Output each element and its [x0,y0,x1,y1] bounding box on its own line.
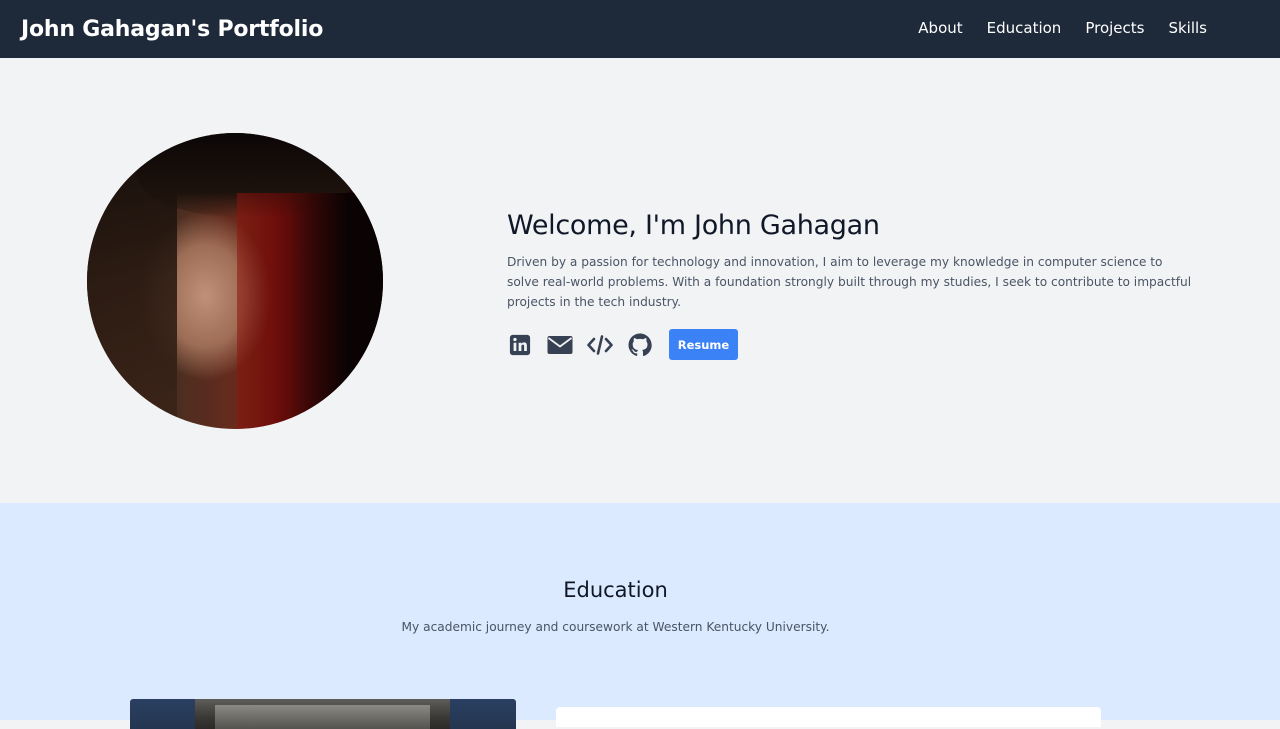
hero-title: Welcome, I'm John Gahagan [507,210,880,241]
resume-button[interactable]: Resume [669,329,738,360]
hero-actions: Resume [507,329,1207,360]
code-icon[interactable] [587,332,613,358]
education-card [556,707,1101,727]
github-icon[interactable] [627,332,653,358]
site-brand-link[interactable]: John Gahagan's Portfolio [21,17,323,42]
nav-link-projects[interactable]: Projects [1085,19,1144,37]
linkedin-icon[interactable] [507,332,533,358]
top-navbar: John Gahagan's Portfolio About Education… [0,0,1280,58]
profile-photo [87,133,383,429]
education-section: Education My academic journey and course… [0,503,1280,729]
nav-link-education[interactable]: Education [987,19,1062,37]
nav-link-about[interactable]: About [918,19,962,37]
email-icon[interactable] [547,332,573,358]
education-title: Education [563,578,668,602]
nav-link-skills[interactable]: Skills [1168,19,1207,37]
hero-description: Driven by a passion for technology and i… [507,255,1192,309]
education-subtitle: My academic journey and coursework at We… [401,620,830,634]
education-image [130,699,516,729]
hero-text-block: Welcome, I'm John Gahagan Driven by a pa… [507,210,1207,360]
nav-links: About Education Projects Skills [918,19,1207,37]
hero-section: Welcome, I'm John Gahagan Driven by a pa… [0,58,1280,503]
